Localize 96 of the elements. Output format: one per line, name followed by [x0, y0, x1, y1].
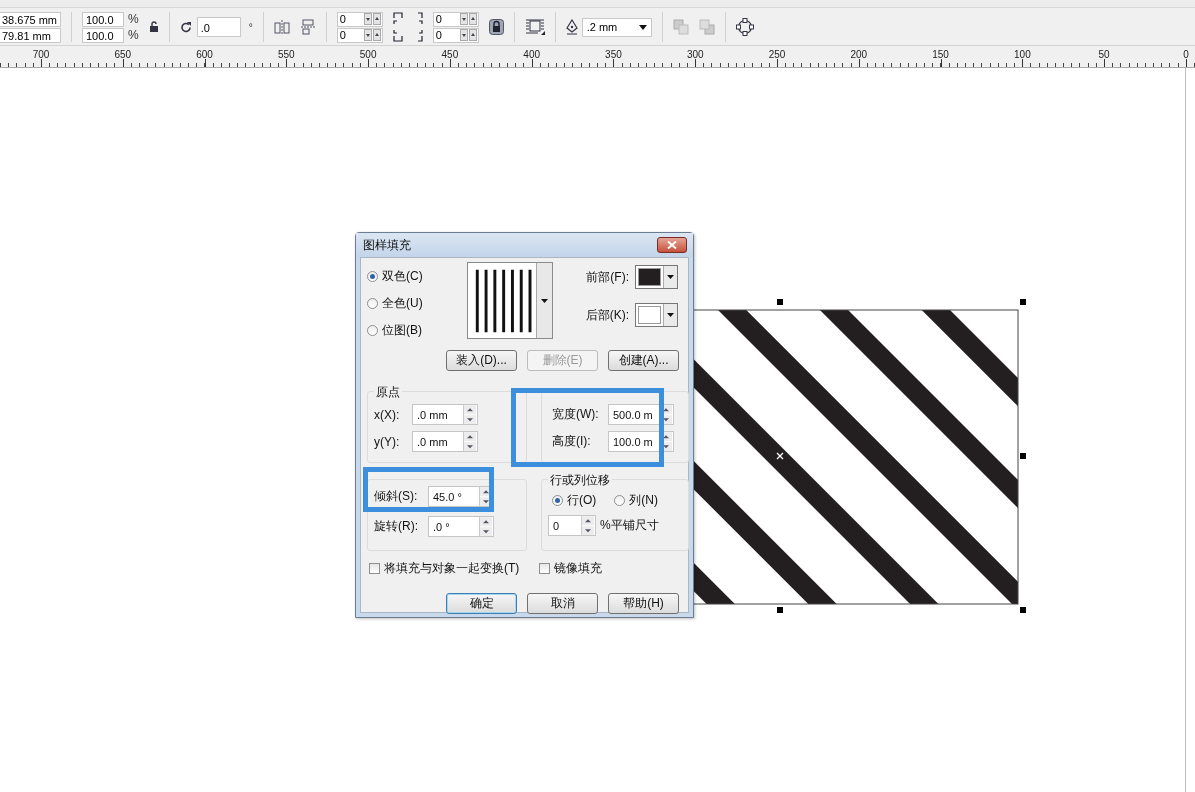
ruler-label: 350	[605, 49, 622, 62]
option-checkbox[interactable]: 镜像填充	[539, 560, 603, 577]
number-field[interactable]: .0 °	[428, 516, 494, 537]
position-field[interactable]: 79.81 mm	[0, 27, 61, 43]
lock-icon[interactable]	[148, 21, 159, 33]
spin-down-icon[interactable]	[459, 29, 468, 41]
ruler-label: 400	[523, 49, 540, 62]
dialog-title: 图样填充	[363, 236, 411, 254]
close-button[interactable]	[657, 237, 687, 253]
pattern-action-button[interactable]: 创建(A)...	[608, 350, 679, 371]
pattern-action-button[interactable]: 装入(D)...	[446, 350, 517, 371]
close-icon	[667, 241, 677, 249]
text-wrap-icon[interactable]	[524, 18, 545, 36]
caret-icon	[667, 313, 674, 317]
field-label: 倾斜(S):	[374, 488, 419, 505]
outline-width-dropdown[interactable]: .2 mm	[581, 17, 652, 37]
spin-down-icon[interactable]	[363, 13, 372, 25]
field-label: x(X):	[374, 407, 401, 422]
rotate-icon[interactable]	[179, 20, 193, 34]
field-label: 高度(I):	[552, 433, 592, 450]
ruler-label: 500	[359, 49, 377, 62]
group-title: 行或列位移	[548, 472, 612, 489]
node-circle-icon[interactable]	[735, 18, 754, 36]
spin-up-icon[interactable]	[582, 516, 594, 526]
ruler-label: 150	[932, 49, 949, 62]
caret-icon	[638, 24, 647, 30]
spin-up-icon[interactable]	[468, 13, 477, 25]
spin-up-icon[interactable]	[464, 432, 476, 442]
spin-down-icon[interactable]	[480, 526, 492, 536]
ruler-label: 450	[441, 49, 459, 62]
field-label: 宽度(W):	[552, 406, 600, 423]
ruler-label: 0	[1183, 49, 1189, 62]
percent-label: %	[128, 28, 139, 42]
field-label: 旋转(R):	[374, 518, 419, 535]
offset-radio[interactable]: 行(O)	[552, 492, 597, 509]
number-field[interactable]: 500.0 m	[608, 404, 674, 425]
pen-nib-icon[interactable]	[565, 19, 578, 35]
ruler-label: 100	[1014, 49, 1031, 62]
spin-up-icon[interactable]	[480, 517, 492, 527]
mirror-vertical-icon[interactable]	[299, 19, 316, 35]
spin-up-icon[interactable]	[372, 13, 381, 25]
spin-up-icon[interactable]	[464, 405, 476, 415]
caret-icon	[541, 298, 549, 303]
spin-down-icon[interactable]	[363, 29, 372, 41]
option-checkbox[interactable]: 将填充与对象一起变换(T)	[369, 560, 520, 577]
center-mark-icon	[776, 452, 784, 460]
degree-label: °	[248, 21, 253, 33]
ruler-label: 300	[686, 49, 704, 62]
selection-handles-drawing[interactable]	[777, 299, 1026, 613]
ruler-label: 650	[114, 49, 132, 62]
spin-up-icon[interactable]	[372, 29, 381, 41]
group-title: 原点	[374, 384, 402, 401]
ruler-label: 600	[196, 49, 213, 62]
ruler-label: 550	[278, 49, 295, 62]
background-label: 后部(K):	[585, 306, 629, 324]
field-label: y(Y):	[374, 434, 401, 449]
dialog-button[interactable]: 取消	[527, 593, 598, 614]
fill-type-radio[interactable]: 双色(C)	[367, 268, 467, 285]
background-color-picker[interactable]	[635, 303, 678, 327]
spin-down-icon[interactable]	[459, 13, 468, 25]
fill-type-radio[interactable]: 位图(B)	[367, 322, 467, 339]
caret-icon	[667, 275, 674, 279]
fill-type-radio[interactable]: 全色(U)	[367, 295, 467, 312]
ruler-label: 50	[1098, 49, 1110, 62]
number-field[interactable]: 0	[548, 515, 596, 536]
offset-field[interactable]: 0	[336, 11, 383, 27]
spin-up-icon[interactable]	[480, 487, 492, 497]
scale-field[interactable]: 100.0	[82, 11, 124, 27]
scale-field[interactable]: 100.0	[82, 27, 124, 43]
dialog-button[interactable]: 帮助(H)	[608, 593, 679, 614]
ruler-label: 250	[768, 49, 786, 62]
percent-label: %	[128, 12, 139, 26]
foreground-label: 前部(F):	[586, 268, 629, 286]
unit-label: %平铺尺寸	[600, 517, 659, 534]
foreground-color-picker[interactable]	[635, 265, 678, 289]
spin-down-icon[interactable]	[464, 414, 476, 424]
spin-down-icon[interactable]	[480, 496, 492, 506]
rotation-field[interactable]: .0	[196, 17, 241, 37]
dialog-button[interactable]: 确定	[446, 593, 517, 614]
ruler-label: 700	[32, 49, 50, 62]
corner-field[interactable]: 0	[432, 11, 479, 27]
ruler-label: 200	[850, 49, 868, 62]
number-field[interactable]: 100.0 m	[608, 431, 674, 452]
lock-button-icon[interactable]	[488, 19, 504, 35]
number-field[interactable]: .0 mm	[412, 404, 478, 425]
position-field[interactable]: 38.675 mm	[0, 11, 61, 27]
spin-down-icon[interactable]	[464, 441, 476, 451]
spin-up-icon[interactable]	[468, 29, 477, 41]
offset-radio[interactable]: 列(N)	[614, 492, 658, 509]
corner-brackets-icon	[392, 12, 403, 42]
spin-down-icon[interactable]	[582, 525, 594, 535]
corner-field[interactable]: 0	[432, 27, 479, 43]
mirror-horizontal-icon[interactable]	[273, 19, 290, 35]
pattern-picker[interactable]	[467, 262, 553, 339]
number-field[interactable]: .0 mm	[412, 431, 478, 452]
offset-field[interactable]: 0	[336, 27, 383, 43]
